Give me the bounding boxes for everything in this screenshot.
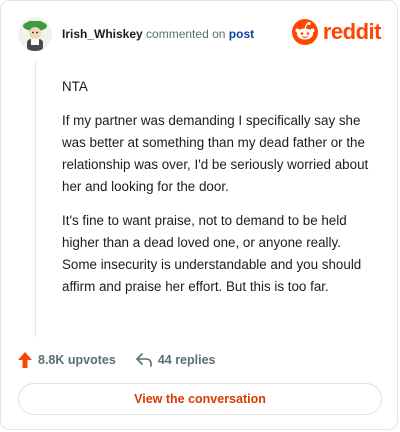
comment-header: Irish_Whiskey commented on post reddit (18, 17, 382, 53)
thread-line (35, 61, 36, 337)
reddit-wordmark: reddit (322, 19, 382, 44)
reddit-logo[interactable]: reddit (291, 17, 382, 47)
upvote-arrow-icon (18, 352, 32, 368)
username-link[interactable]: Irish_Whiskey (62, 27, 143, 41)
upvotes-stat[interactable]: 8.8K upvotes (18, 352, 116, 368)
reddit-snoo-icon (291, 19, 318, 45)
replies-count: 44 replies (157, 353, 216, 367)
reply-arrow-icon (136, 353, 152, 367)
comment-body: NTA If my partner was demanding I specif… (62, 76, 377, 310)
comment-stats: 8.8K upvotes 44 replies (18, 349, 216, 371)
comment-paragraph: NTA (62, 79, 88, 94)
replies-stat[interactable]: 44 replies (136, 353, 216, 367)
comment-paragraph: It's fine to want praise, not to demand … (62, 213, 362, 294)
user-avatar[interactable] (18, 17, 52, 51)
avatar-icon (18, 17, 52, 51)
upvotes-count: 8.8K upvotes (38, 353, 116, 367)
post-link[interactable]: post (229, 27, 254, 41)
view-conversation-button[interactable]: View the conversation (18, 383, 382, 415)
comment-paragraph: If my partner was demanding I specifical… (62, 113, 369, 194)
action-text: commented on (146, 27, 226, 41)
embedded-comment-card: Irish_Whiskey commented on post reddit N… (0, 0, 398, 430)
comment-meta: Irish_Whiskey commented on post (62, 27, 254, 41)
